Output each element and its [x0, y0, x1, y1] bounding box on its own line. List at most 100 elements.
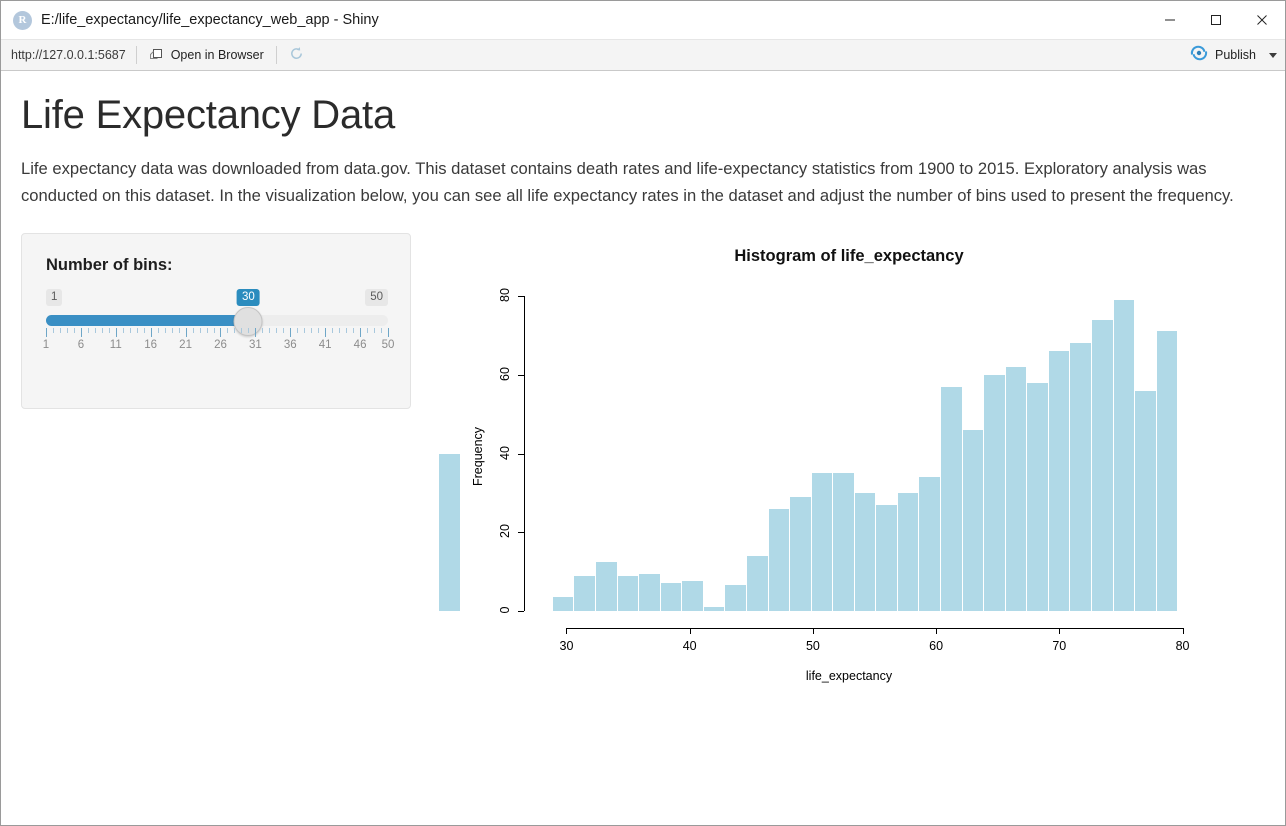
close-button[interactable] — [1239, 1, 1285, 39]
y-axis-line — [524, 296, 525, 611]
slider-tick-label: 41 — [318, 339, 332, 351]
slider-tick — [150, 328, 152, 337]
toolbar-right-group: Publish — [1190, 40, 1277, 70]
slider-tick — [199, 328, 201, 333]
slider-tick — [213, 328, 215, 333]
histogram-bar — [1027, 382, 1048, 611]
y-tick — [518, 296, 524, 297]
slider-tick — [248, 328, 250, 333]
y-tick-label: 40 — [498, 445, 512, 460]
slider-tick-label: 6 — [77, 339, 85, 351]
x-tick-label: 50 — [805, 639, 820, 653]
app-content: Life Expectancy Data Life expectancy dat… — [1, 71, 1285, 825]
refresh-icon — [289, 46, 304, 64]
x-tick — [1182, 628, 1184, 634]
bins-slider[interactable]: 1 50 30 1 6 11 16 21 26 31 36 41 46 50 — [42, 289, 394, 375]
histogram-bar — [660, 583, 682, 611]
slider-tick — [339, 328, 341, 333]
slider-tick — [143, 328, 145, 333]
publish-icon — [1190, 45, 1208, 66]
histogram-bar — [574, 575, 596, 611]
slider-tick-label: 36 — [283, 339, 297, 351]
minimize-button[interactable] — [1147, 1, 1193, 39]
maximize-button[interactable] — [1193, 1, 1239, 39]
slider-tick — [269, 328, 271, 333]
slider-tick — [129, 328, 131, 333]
slider-tick — [318, 328, 320, 333]
open-in-browser-label: Open in Browser — [170, 48, 264, 62]
slider-tick — [80, 328, 82, 337]
slider-tick — [94, 328, 96, 333]
y-axis-label: Frequency — [471, 426, 485, 486]
slider-tick-label: 46 — [353, 339, 367, 351]
x-tick — [812, 628, 814, 634]
window-controls — [1147, 1, 1285, 39]
histogram-bar — [552, 597, 574, 611]
histogram-bar — [703, 607, 725, 611]
slider-tick-label: 11 — [109, 339, 122, 351]
y-tick-label: 60 — [498, 366, 512, 381]
slider-tick — [164, 328, 166, 333]
publish-button[interactable]: Publish — [1215, 48, 1256, 62]
window-title: E:/life_expectancy/life_expectancy_web_a… — [41, 12, 379, 28]
slider-tick — [346, 328, 348, 333]
x-tick-label: 70 — [1052, 639, 1067, 653]
histogram-bar — [1156, 331, 1178, 611]
x-tick — [936, 628, 938, 634]
histogram-bar — [725, 585, 746, 611]
toolbar-divider-1 — [135, 46, 137, 64]
slider-max-label: 50 — [365, 289, 388, 306]
x-tick-label: 30 — [559, 639, 574, 653]
slider-tick-label: 26 — [214, 339, 227, 351]
shiny-toolbar: http://127.0.0.1:5687 Open in Browser Pu… — [1, 40, 1285, 71]
histogram-bar — [1135, 390, 1156, 611]
histogram-bar — [811, 473, 833, 611]
y-tick-label: 80 — [498, 288, 512, 302]
slider-track-fill — [46, 315, 249, 326]
slider-tick — [374, 328, 376, 333]
histogram-bar — [1048, 351, 1070, 611]
x-tick-label: 80 — [1175, 639, 1190, 653]
slider-tick — [73, 328, 75, 333]
slider-tick — [234, 328, 236, 333]
histogram-bar — [854, 492, 876, 611]
slider-tick — [59, 328, 61, 333]
sidebar-panel: Number of bins: 1 50 30 1 6 11 16 21 26 31 36 41… — [21, 233, 411, 409]
histogram-bar — [984, 374, 1005, 611]
refresh-button[interactable] — [287, 46, 306, 64]
slider-tick-label: 1 — [42, 339, 50, 351]
slider-tick-label: 50 — [381, 339, 395, 351]
slider-tick — [276, 328, 278, 333]
slider-label: Number of bins: — [46, 256, 173, 274]
slider-tick-label: 16 — [144, 339, 158, 351]
slider-ticks — [46, 328, 389, 337]
r-logo-icon: R — [13, 10, 32, 30]
slider-track[interactable] — [46, 315, 388, 326]
histogram-bar — [768, 508, 790, 611]
y-tick — [518, 532, 524, 534]
histogram-bar — [746, 555, 768, 611]
slider-tick — [46, 328, 47, 337]
y-tick — [518, 611, 524, 612]
slider-tick — [367, 328, 369, 333]
histogram-bar — [617, 575, 639, 611]
app-url[interactable]: http://127.0.0.1:5687 — [11, 48, 126, 62]
slider-tick — [66, 328, 68, 333]
x-tick — [1059, 628, 1061, 634]
x-tick — [689, 628, 691, 634]
histogram-bar — [833, 473, 854, 611]
slider-tick — [157, 328, 159, 333]
slider-tick — [388, 328, 389, 337]
histogram-bar — [1070, 343, 1091, 611]
slider-value-bubble: 30 — [237, 289, 260, 306]
slider-tick — [178, 328, 180, 333]
slider-tick — [227, 328, 229, 333]
slider-tick — [360, 328, 362, 337]
chevron-down-icon[interactable] — [1269, 52, 1277, 58]
open-in-browser-button[interactable]: Open in Browser — [147, 47, 266, 64]
x-tick-label: 60 — [929, 639, 944, 653]
slider-tick — [136, 328, 138, 333]
app-window: R E:/life_expectancy/life_expectancy_web… — [0, 0, 1286, 826]
slider-tick-label: 31 — [248, 339, 262, 351]
slider-tick — [101, 328, 103, 333]
